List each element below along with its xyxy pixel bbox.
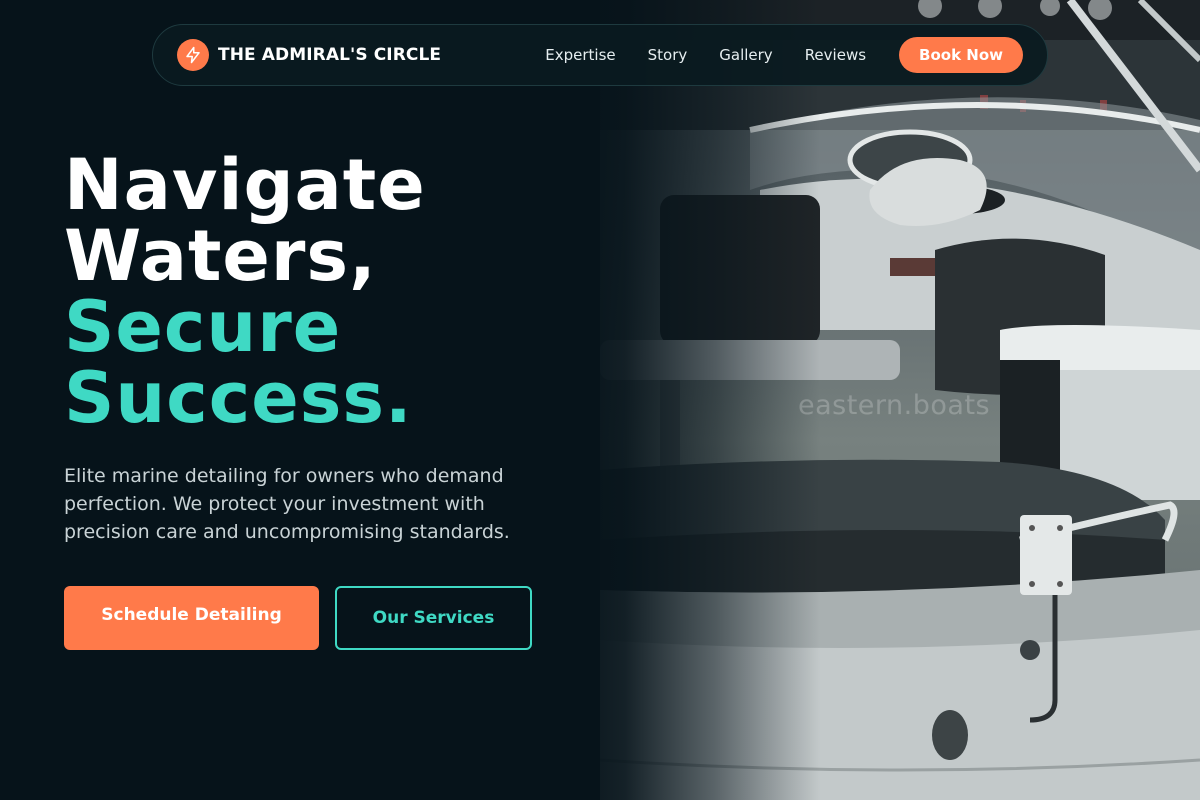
hero-subtext: Elite marine detailing for owners who de…	[64, 465, 510, 543]
schedule-detailing-button[interactable]: Schedule Detailing	[64, 586, 319, 650]
hero-headline: Navigate Waters, Secure Success.	[64, 150, 426, 434]
brand-logo[interactable]: THE ADMIRAL'S CIRCLE	[177, 39, 441, 71]
headline-accent-line-1: Secure	[64, 286, 342, 368]
headline-line-1: Navigate	[64, 144, 426, 226]
headline-accent-line-2: Success.	[64, 357, 413, 439]
headline-line-2: Waters,	[64, 215, 377, 297]
nav-link-story[interactable]: Story	[648, 46, 688, 64]
image-watermark: eastern.boats	[798, 390, 991, 421]
nav-link-gallery[interactable]: Gallery	[719, 46, 772, 64]
nav-link-expertise[interactable]: Expertise	[545, 46, 615, 64]
hero-image-fade	[560, 0, 820, 800]
nav-links: Expertise Story Gallery Reviews Book Now	[545, 37, 1023, 73]
nav-link-reviews[interactable]: Reviews	[805, 46, 866, 64]
brand-name: THE ADMIRAL'S CIRCLE	[218, 45, 442, 65]
top-navbar: THE ADMIRAL'S CIRCLE Expertise Story Gal…	[152, 24, 1048, 86]
book-now-button[interactable]: Book Now	[899, 37, 1023, 73]
lightning-bolt-icon	[177, 39, 209, 71]
our-services-button[interactable]: Our Services	[335, 586, 532, 650]
